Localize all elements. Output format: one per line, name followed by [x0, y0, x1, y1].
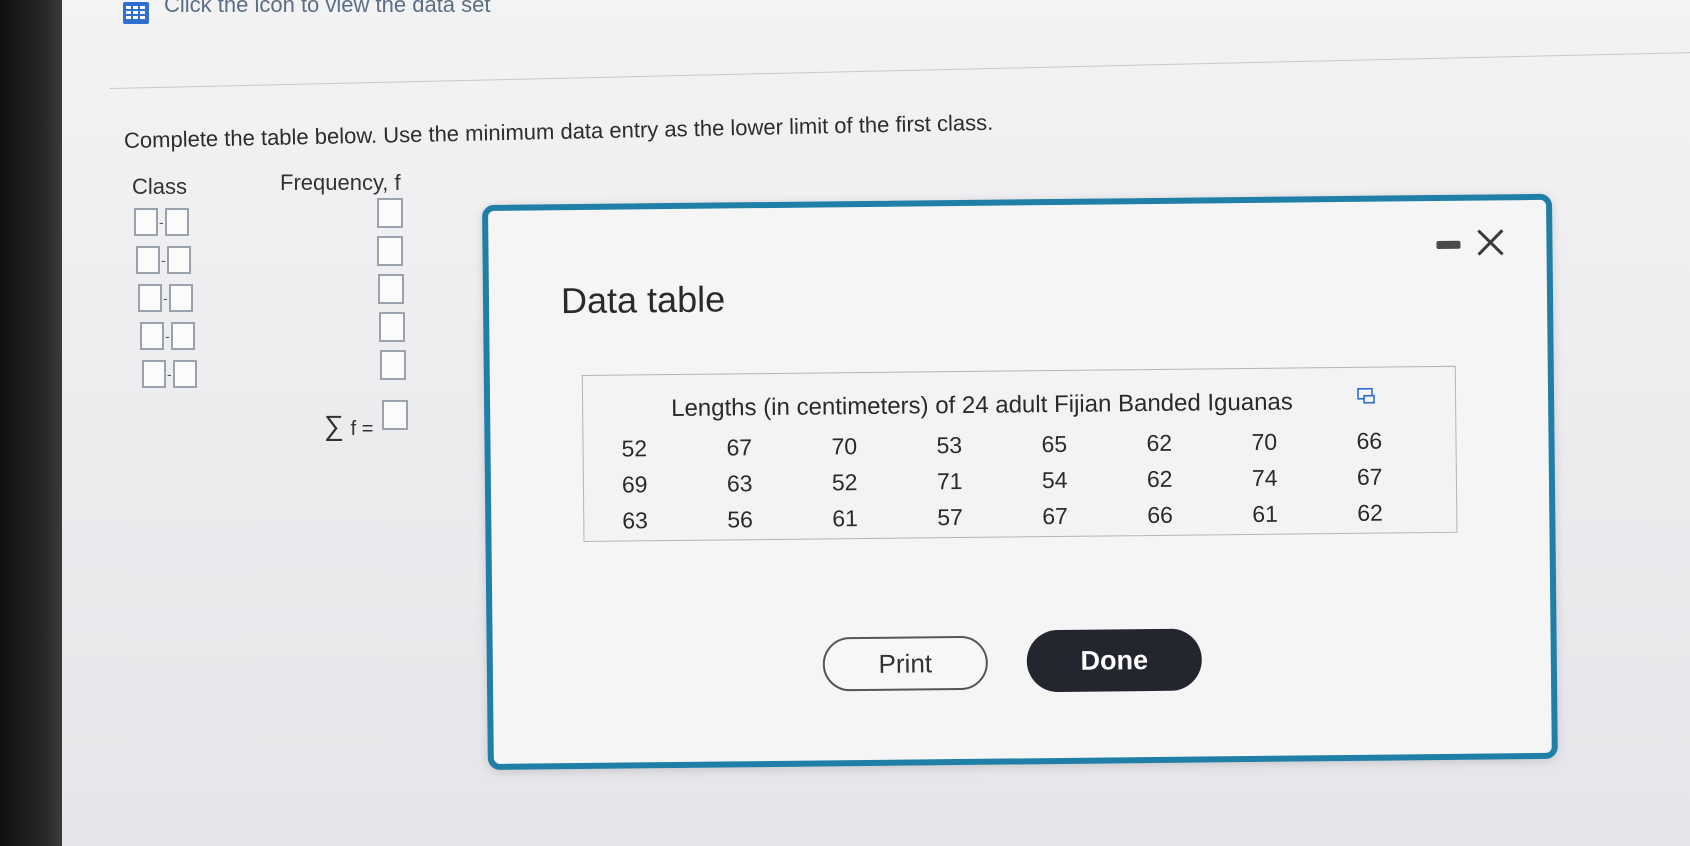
- instruction-text: Complete the table below. Use the minimu…: [123, 109, 994, 153]
- data-set-link[interactable]: Click the icon to view the data set: [122, 0, 491, 26]
- expand-icon[interactable]: [1357, 387, 1375, 404]
- data-set-link-text[interactable]: Click the icon to view the data set: [164, 0, 491, 16]
- table-cell: 70: [1251, 428, 1278, 455]
- table-cell: 63: [726, 469, 753, 496]
- frequency-sum-input[interactable]: [382, 400, 408, 430]
- table-cell: 61: [832, 504, 859, 531]
- table-cell: 67: [726, 433, 753, 460]
- table-cell: 61: [1252, 500, 1279, 527]
- data-table-panel: Lengths (in centimeters) of 24 adult Fij…: [581, 365, 1458, 542]
- class-upper-input[interactable]: [168, 284, 193, 312]
- class-row: -: [142, 360, 197, 388]
- table-row: 63 56 61 57 67 66 61 62: [612, 494, 1452, 539]
- table-cell: 56: [727, 505, 754, 532]
- sigma-symbol: ∑: [324, 410, 344, 441]
- table-cell: 65: [1041, 430, 1068, 457]
- class-lower-input[interactable]: [142, 360, 166, 388]
- table-cell: 62: [1357, 499, 1383, 526]
- data-table-caption: Lengths (in centimeters) of 24 adult Fij…: [671, 388, 1293, 423]
- table-cell: 67: [1042, 502, 1069, 529]
- print-button[interactable]: Print: [822, 635, 989, 692]
- frequency-input[interactable]: [380, 350, 406, 380]
- table-cell: 70: [831, 432, 858, 459]
- class-row: -: [140, 322, 195, 350]
- class-dash: -: [165, 328, 170, 344]
- class-dash: -: [159, 214, 164, 230]
- class-lower-input[interactable]: [138, 284, 162, 312]
- class-dash: -: [163, 290, 168, 306]
- class-upper-input[interactable]: [172, 360, 197, 388]
- class-row: -: [136, 246, 191, 274]
- class-upper-input[interactable]: [170, 322, 195, 350]
- class-lower-input[interactable]: [140, 322, 164, 350]
- table-cell: 62: [1146, 429, 1173, 456]
- table-cell: 69: [621, 470, 648, 498]
- frequency-column-header: Frequency, f: [280, 170, 401, 195]
- table-cell: 67: [1356, 463, 1383, 490]
- close-icon[interactable]: [1470, 222, 1510, 262]
- class-row: -: [134, 208, 189, 236]
- table-cell: 66: [1356, 427, 1383, 454]
- dialog-title: Data table: [560, 278, 726, 322]
- table-cell: 63: [622, 506, 649, 534]
- class-upper-input[interactable]: [164, 208, 189, 236]
- frequency-input[interactable]: [377, 236, 403, 266]
- table-cell: 57: [937, 503, 964, 530]
- done-button[interactable]: Done: [1026, 628, 1203, 693]
- table-cell: 71: [936, 467, 963, 494]
- class-lower-input[interactable]: [136, 246, 160, 274]
- table-cell: 54: [1041, 466, 1068, 493]
- class-dash: -: [167, 366, 172, 382]
- table-cell: 74: [1251, 464, 1278, 491]
- screen-bezel: [0, 0, 62, 846]
- question-page: Click the icon to view the data set Comp…: [62, 0, 1690, 846]
- class-row: -: [138, 284, 193, 312]
- data-table-dialog: Data table Lengths (in centimeters) of 2…: [482, 193, 1558, 770]
- table-cell: 52: [831, 468, 858, 495]
- class-dash: -: [161, 252, 166, 268]
- table-cell: 53: [936, 431, 963, 458]
- class-lower-input[interactable]: [134, 208, 158, 236]
- table-cell: 62: [1146, 465, 1173, 492]
- grid-icon[interactable]: [122, 1, 150, 25]
- class-upper-input[interactable]: [166, 246, 191, 274]
- table-cell: 66: [1147, 501, 1174, 528]
- class-column-header: Class: [132, 174, 188, 199]
- frequency-input[interactable]: [377, 198, 403, 228]
- frequency-input[interactable]: [379, 312, 405, 342]
- data-values-table: 52 67 70 53 65 62 70 66 69 63 52 71 54 6…: [611, 422, 1452, 539]
- frequency-sum: ∑ f =: [324, 410, 373, 442]
- sum-label: f =: [350, 418, 374, 440]
- minimize-icon[interactable]: [1436, 240, 1461, 250]
- frequency-input[interactable]: [378, 274, 404, 304]
- divider-line: [109, 50, 1690, 89]
- table-cell: 52: [621, 434, 648, 462]
